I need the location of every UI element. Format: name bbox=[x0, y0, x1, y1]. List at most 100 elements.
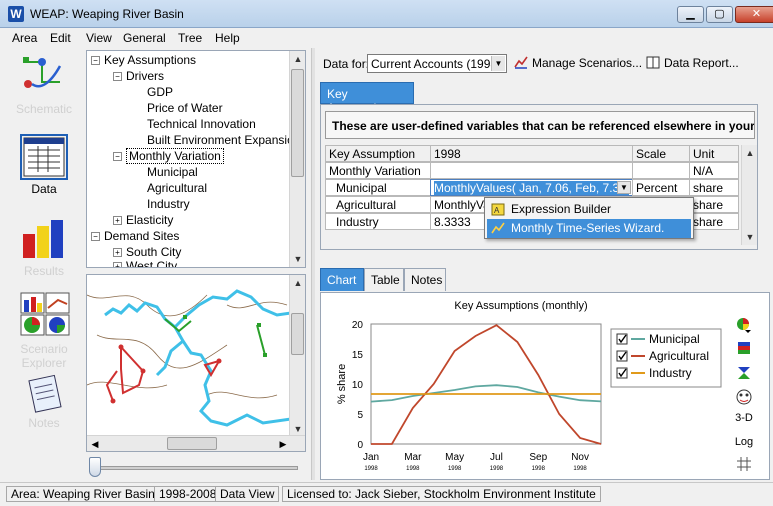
view-schematic[interactable]: Schematic bbox=[6, 54, 82, 116]
row-name-cell[interactable]: Municipal bbox=[325, 179, 431, 196]
minimize-button[interactable]: ▁ bbox=[677, 6, 704, 23]
scenario-explorer-icon bbox=[20, 292, 70, 338]
menu-area[interactable]: Area bbox=[12, 31, 37, 45]
tree-item-municipal[interactable]: Municipal bbox=[147, 165, 198, 181]
tree-item-built-environment-expansion[interactable]: Built Environment Expansion bbox=[147, 133, 300, 149]
tree-item-monthly-variation[interactable]: − Monthly Variation bbox=[113, 148, 224, 165]
map-vscrollbar[interactable]: ▲ ▼ bbox=[289, 275, 305, 437]
menu-item-monthly-time-series-wizard[interactable]: Monthly Time-Series Wizard. bbox=[487, 219, 691, 238]
chart-type-icon[interactable] bbox=[730, 316, 758, 337]
tree-item-industry[interactable]: Industry bbox=[147, 197, 190, 213]
collapse-icon[interactable]: − bbox=[91, 56, 100, 65]
stack-icon[interactable] bbox=[730, 364, 758, 385]
column-header[interactable]: Key Assumption bbox=[325, 145, 431, 162]
menu-item-label: Monthly Time-Series Wizard. bbox=[511, 221, 665, 235]
grid-icon[interactable] bbox=[730, 456, 758, 475]
tree-item-key-assumptions[interactable]: − Key Assumptions bbox=[91, 53, 196, 69]
chevron-down-icon[interactable]: ▼ bbox=[617, 181, 631, 194]
scroll-up-icon[interactable]: ▲ bbox=[290, 51, 305, 67]
collapse-icon[interactable]: − bbox=[91, 232, 100, 241]
tab-table[interactable]: Table bbox=[364, 268, 404, 291]
view-scenario-explorer[interactable]: Scenario Explorer bbox=[6, 292, 82, 370]
menu-item-expression-builder[interactable]: A Expression Builder bbox=[487, 200, 691, 219]
manage-scenarios-button[interactable]: Manage Scenarios... bbox=[514, 56, 642, 70]
tree-item-agricultural[interactable]: Agricultural bbox=[147, 181, 207, 197]
row-name-cell[interactable]: Agricultural bbox=[325, 196, 431, 213]
collapse-icon[interactable]: − bbox=[113, 72, 122, 81]
tree-item-label: Monthly Variation bbox=[126, 148, 224, 164]
row-unit-cell[interactable]: share bbox=[689, 196, 739, 213]
menu-edit[interactable]: Edit bbox=[50, 31, 71, 45]
tree-scrollbar[interactable]: ▲ ▼ bbox=[289, 51, 305, 267]
view-notes[interactable]: Notes bbox=[6, 374, 82, 430]
menu-help[interactable]: Help bbox=[215, 31, 240, 45]
row-value-cell[interactable] bbox=[430, 162, 633, 179]
weap-app-icon: W bbox=[8, 6, 24, 22]
tab-key-assumptions[interactable]: Key Assumptions bbox=[320, 82, 414, 115]
year-slider-track[interactable] bbox=[92, 466, 298, 470]
expand-icon[interactable]: + bbox=[113, 248, 122, 257]
chevron-down-icon[interactable]: ▼ bbox=[491, 56, 505, 71]
3d-toggle[interactable]: 3-D bbox=[730, 412, 758, 424]
column-header[interactable]: Unit bbox=[689, 145, 739, 162]
expand-icon[interactable]: + bbox=[113, 262, 122, 267]
scroll-thumb[interactable] bbox=[291, 69, 304, 177]
scroll-thumb[interactable] bbox=[167, 437, 217, 450]
maximize-button[interactable]: ▢ bbox=[706, 6, 733, 23]
tree-item-elasticity[interactable]: + Elasticity bbox=[113, 213, 173, 229]
expression-edit-cell[interactable]: MonthlyValues( Jan, 7.06, Feb, 7.31, ▼ bbox=[430, 179, 633, 196]
scroll-down-icon[interactable]: ▼ bbox=[290, 251, 305, 267]
data-report-button[interactable]: Data Report... bbox=[646, 56, 739, 70]
x-tick-label: Jul bbox=[490, 452, 503, 463]
view-data[interactable]: Data bbox=[6, 134, 82, 196]
menu-general[interactable]: General bbox=[123, 31, 166, 45]
grid-scrollbar[interactable]: ▲ ▼ bbox=[741, 145, 757, 245]
color-icon[interactable] bbox=[730, 340, 758, 361]
schematic-map-preview[interactable]: ▲ ▼ ◀ ▶ bbox=[86, 274, 306, 452]
row-unit-cell[interactable]: share bbox=[689, 213, 739, 230]
row-scale-cell[interactable] bbox=[632, 162, 690, 179]
scroll-up-icon[interactable]: ▲ bbox=[290, 275, 305, 291]
tab-chart[interactable]: Chart bbox=[320, 268, 364, 291]
results-icon bbox=[20, 216, 68, 262]
row-name-cell[interactable]: Industry bbox=[325, 213, 431, 230]
view-results[interactable]: Results bbox=[6, 216, 82, 278]
year-slider-handle[interactable] bbox=[89, 457, 101, 477]
close-button[interactable]: ✕ bbox=[735, 6, 773, 23]
manage-scenarios-icon bbox=[514, 56, 528, 69]
tab-notes[interactable]: Notes bbox=[404, 268, 446, 291]
row-unit-cell[interactable]: N/A bbox=[689, 162, 739, 179]
collapse-icon[interactable]: − bbox=[113, 152, 122, 161]
expression-text[interactable]: MonthlyValues( Jan, 7.06, Feb, 7.31, bbox=[434, 181, 630, 195]
tree-item-west-city[interactable]: + West City bbox=[113, 259, 177, 267]
tree-item-gdp[interactable]: GDP bbox=[147, 85, 173, 101]
column-header[interactable]: Scale bbox=[632, 145, 690, 162]
tree-item-technical-innovation[interactable]: Technical Innovation bbox=[147, 117, 256, 133]
column-header[interactable]: 1998 bbox=[430, 145, 633, 162]
menu-tree[interactable]: Tree bbox=[178, 31, 202, 45]
row-unit-cell[interactable]: share bbox=[689, 179, 739, 196]
legend-label: Industry bbox=[649, 366, 692, 380]
pane-splitter[interactable] bbox=[311, 48, 315, 480]
tree-item-demand-sites[interactable]: − Demand Sites bbox=[91, 229, 179, 245]
data-for-select[interactable]: Current Accounts (1998) ▼ bbox=[367, 54, 507, 73]
scroll-thumb[interactable] bbox=[291, 313, 304, 355]
data-tree[interactable]: − Key Assumptions − Drivers GDP Price of W… bbox=[86, 50, 306, 268]
tree-item-label: Drivers bbox=[126, 69, 164, 83]
log-toggle[interactable]: Log bbox=[730, 436, 758, 448]
scroll-down-icon[interactable]: ▼ bbox=[742, 229, 758, 245]
options-icon[interactable] bbox=[730, 388, 758, 409]
title-bar: W WEAP: Weaping River Basin ▁ ▢ ✕ bbox=[0, 0, 773, 28]
map-hscrollbar[interactable]: ◀ ▶ bbox=[87, 435, 305, 451]
expand-icon[interactable]: + bbox=[113, 216, 122, 225]
row-scale-cell[interactable]: Percent bbox=[632, 179, 690, 196]
tree-item-price-of-water[interactable]: Price of Water bbox=[147, 101, 223, 117]
scroll-up-icon[interactable]: ▲ bbox=[742, 145, 758, 161]
tree-item-drivers[interactable]: − Drivers bbox=[113, 69, 164, 85]
scroll-right-icon[interactable]: ▶ bbox=[275, 436, 291, 451]
row-name-cell[interactable]: Monthly Variation bbox=[325, 162, 431, 179]
menu-view[interactable]: View bbox=[86, 31, 112, 45]
scroll-left-icon[interactable]: ◀ bbox=[87, 436, 103, 451]
view-schematic-label: Schematic bbox=[15, 102, 73, 116]
key-assumptions-chart[interactable]: Key Assumptions (monthly) 0 5 10 15 20 % share… bbox=[321, 293, 731, 479]
